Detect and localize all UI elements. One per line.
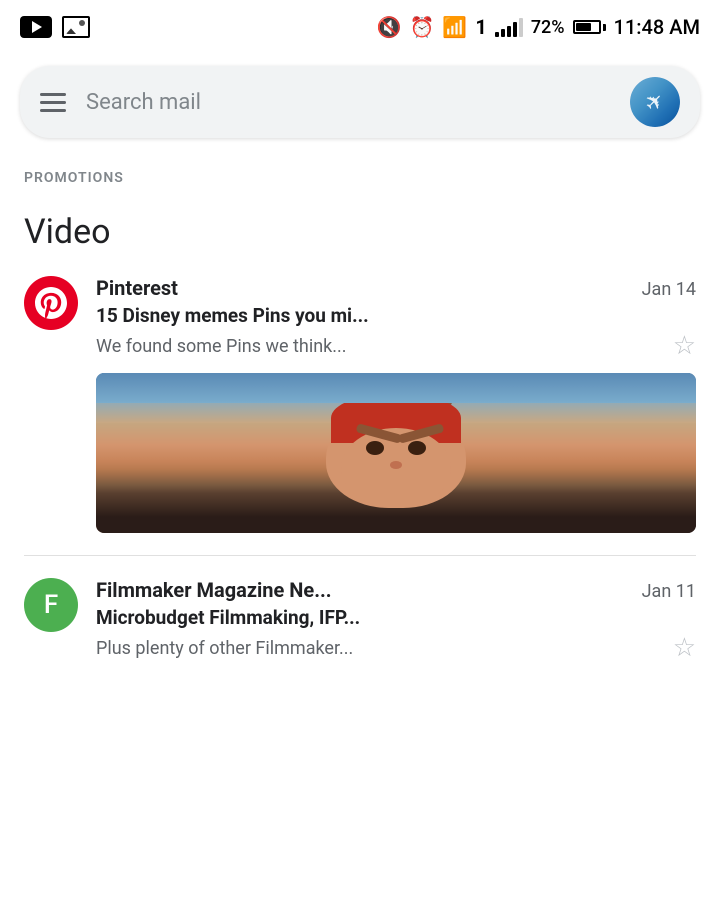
sender-avatar-filmmaker: F xyxy=(24,578,78,632)
email-subject-filmmaker: Microbudget Filmmaking, IFP... xyxy=(96,606,696,629)
status-time: 11:48 AM xyxy=(614,15,700,39)
sim-indicator: 1 xyxy=(475,15,486,39)
status-bar: 🔇 ⏰ 📶 1 72% 11:48 AM xyxy=(0,0,720,54)
promotions-label: PROMOTIONS xyxy=(0,150,720,196)
email-subject: 15 Disney memes Pins you mi... xyxy=(96,304,696,327)
email-content-filmmaker: Filmmaker Magazine Ne... Jan 11 Microbud… xyxy=(96,578,696,663)
email-item-filmmaker[interactable]: F Filmmaker Magazine Ne... Jan 11 Microb… xyxy=(0,556,720,677)
star-button-filmmaker[interactable]: ☆ xyxy=(673,633,696,663)
email-header-filmmaker: F Filmmaker Magazine Ne... Jan 11 Microb… xyxy=(24,578,696,663)
hamburger-menu-button[interactable] xyxy=(40,93,66,112)
email-preview-row-filmmaker: Plus plenty of other Filmmaker... ☆ xyxy=(96,633,696,663)
mute-icon: 🔇 xyxy=(377,15,402,39)
alarm-icon: ⏰ xyxy=(410,15,435,39)
youtube-icon xyxy=(20,16,52,38)
email-thumbnail-pinterest xyxy=(96,373,696,533)
email-content-pinterest: Pinterest Jan 14 15 Disney memes Pins yo… xyxy=(96,276,696,361)
battery-percent: 72% xyxy=(531,17,565,38)
search-bar[interactable]: Search mail xyxy=(20,66,700,138)
wifi-icon: 📶 xyxy=(442,15,467,39)
search-bar-container: Search mail xyxy=(0,54,720,150)
email-preview-row: We found some Pins we think... ☆ xyxy=(96,331,696,361)
email-header: Pinterest Jan 14 15 Disney memes Pins yo… xyxy=(24,276,696,361)
thumbnail-image xyxy=(96,373,696,533)
battery-icon xyxy=(573,20,606,34)
email-preview-filmmaker: Plus plenty of other Filmmaker... xyxy=(96,638,661,659)
email-top-row: Pinterest Jan 14 xyxy=(96,276,696,300)
sender-name-filmmaker: Filmmaker Magazine Ne... xyxy=(96,578,332,602)
avatar-image xyxy=(630,77,680,127)
video-section-label: Video xyxy=(0,196,720,262)
sender-avatar-pinterest xyxy=(24,276,78,330)
email-preview: We found some Pins we think... xyxy=(96,336,661,357)
email-date: Jan 14 xyxy=(642,279,696,300)
email-item-pinterest[interactable]: Pinterest Jan 14 15 Disney memes Pins yo… xyxy=(0,262,720,547)
image-icon xyxy=(62,16,90,38)
search-input-placeholder[interactable]: Search mail xyxy=(86,90,630,115)
status-right-icons: 🔇 ⏰ 📶 1 72% 11:48 AM xyxy=(377,15,700,39)
email-date-filmmaker: Jan 11 xyxy=(642,581,696,602)
user-avatar[interactable] xyxy=(630,77,680,127)
status-left-icons xyxy=(20,16,90,38)
signal-bars xyxy=(495,17,523,37)
star-button[interactable]: ☆ xyxy=(673,331,696,361)
sender-name: Pinterest xyxy=(96,276,178,300)
email-top-row-filmmaker: Filmmaker Magazine Ne... Jan 11 xyxy=(96,578,696,602)
